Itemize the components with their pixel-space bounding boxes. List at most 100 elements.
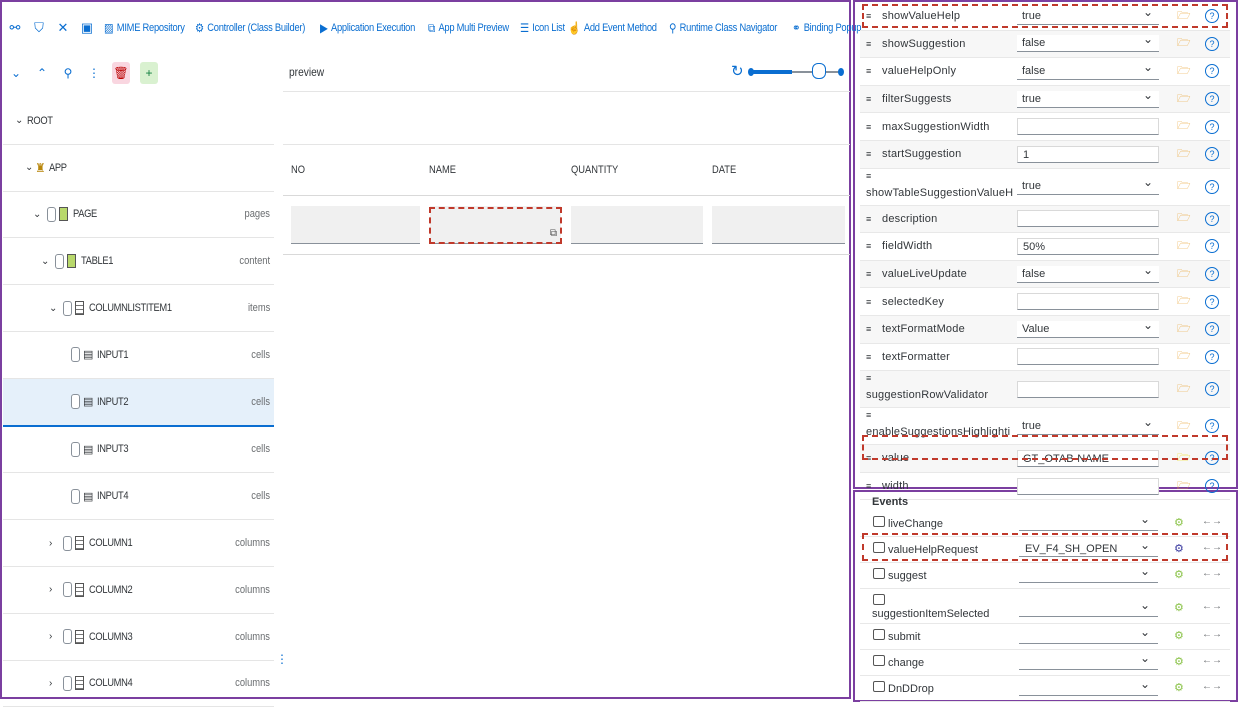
input4-field[interactable] xyxy=(712,206,845,244)
gear-icon[interactable]: ⚙ xyxy=(1174,516,1184,529)
chevron-right-icon[interactable]: › xyxy=(49,538,52,549)
checkbox[interactable] xyxy=(63,675,72,691)
event-checkbox[interactable] xyxy=(873,568,885,579)
checkbox[interactable] xyxy=(71,488,80,504)
property-value-showValueHelp[interactable]: true xyxy=(1017,4,1159,25)
search-icon[interactable]: ⚲ xyxy=(60,62,76,84)
binding-folder-icon[interactable]: 🗁 xyxy=(1177,34,1191,53)
tree-row-page[interactable]: ⌄ PAGE pages xyxy=(3,192,274,239)
help-icon[interactable]: ? xyxy=(1205,451,1219,466)
checkbox[interactable] xyxy=(47,206,56,222)
tree-row-column2[interactable]: › COLUMN2 columns xyxy=(3,567,274,614)
tree-row-column4[interactable]: › COLUMN4 columns xyxy=(3,661,274,707)
property-value-value[interactable]: GT_OTAB-NAME xyxy=(1017,449,1159,467)
help-icon[interactable]: ? xyxy=(1205,322,1219,337)
zoom-slider-handle[interactable] xyxy=(811,63,826,79)
property-value-description[interactable] xyxy=(1017,210,1159,228)
help-icon[interactable]: ? xyxy=(1205,92,1219,107)
link-icon[interactable]: ←→ xyxy=(1202,542,1222,553)
mime-repository-button[interactable]: ▨ MIME Repository xyxy=(104,21,185,35)
chevron-down-icon[interactable]: ⌄ xyxy=(33,209,41,220)
checkbox[interactable] xyxy=(71,394,80,410)
link-icon[interactable]: ←→ xyxy=(1202,681,1222,692)
link-icon[interactable]: ←→ xyxy=(1202,629,1222,640)
gear-icon[interactable]: ⚙ xyxy=(1174,601,1184,614)
link-icon[interactable]: ←→ xyxy=(1202,568,1222,579)
link-icon[interactable]: ←→ xyxy=(1202,516,1222,527)
property-value-suggestionRowValidator[interactable] xyxy=(1017,380,1159,398)
property-value-fieldWidth[interactable]: 50% xyxy=(1017,237,1159,255)
help-icon[interactable]: ? xyxy=(1205,294,1219,309)
binding-folder-icon[interactable]: 🗁 xyxy=(1177,7,1191,26)
tree-row-root[interactable]: ⌄ ROOT xyxy=(3,98,274,145)
delete-icon[interactable]: 🗑 xyxy=(112,62,130,84)
binding-folder-icon[interactable]: 🗁 xyxy=(1177,449,1191,468)
event-checkbox[interactable] xyxy=(873,516,885,527)
gear-icon[interactable]: ⚙ xyxy=(1174,681,1184,694)
property-value-selectedKey[interactable] xyxy=(1017,293,1159,311)
tree-row-input4[interactable]: ▤ INPUT4 cells xyxy=(3,473,274,521)
glasses-icon[interactable]: ⚯ xyxy=(8,20,22,36)
checkbox[interactable] xyxy=(63,300,72,316)
event-handler-suggest[interactable] xyxy=(1019,563,1158,583)
binding-folder-icon[interactable]: 🗁 xyxy=(1177,209,1191,228)
binding-folder-icon[interactable]: 🗁 xyxy=(1177,62,1191,81)
tree-row-input3[interactable]: ▤ INPUT3 cells xyxy=(3,427,274,474)
event-handler-DnDDrop[interactable] xyxy=(1019,676,1158,696)
property-value-maxSuggestionWidth[interactable] xyxy=(1017,118,1159,136)
tools-icon[interactable]: ✕ xyxy=(56,20,70,36)
refresh-icon[interactable]: ↻ xyxy=(731,62,744,80)
property-value-textFormatMode[interactable]: Value xyxy=(1017,317,1159,338)
tree-row-column1[interactable]: › COLUMN1 columns xyxy=(3,520,274,567)
property-value-enableSuggestionsHighlighti[interactable]: true xyxy=(1017,414,1159,435)
gear-icon[interactable]: ⚙ xyxy=(1174,629,1184,642)
help-icon[interactable]: ? xyxy=(1205,64,1219,79)
tree-row-input2[interactable]: ▤ INPUT2 cells xyxy=(3,378,274,427)
property-value-showSuggestion[interactable]: false xyxy=(1017,31,1159,53)
chevron-right-icon[interactable]: › xyxy=(49,678,52,689)
chevron-down-icon[interactable]: ⌄ xyxy=(15,115,23,126)
event-handler-change[interactable] xyxy=(1019,650,1158,670)
event-checkbox[interactable] xyxy=(873,655,885,666)
chevron-down-icon[interactable]: ⌄ xyxy=(25,162,33,173)
property-value-startSuggestion[interactable]: 1 xyxy=(1017,145,1159,163)
binding-folder-icon[interactable]: 🗁 xyxy=(1177,237,1191,256)
event-handler-suggestionItemSelected[interactable] xyxy=(1019,597,1158,617)
checkbox[interactable] xyxy=(71,347,80,363)
gear-icon[interactable]: ⚙ xyxy=(1174,542,1184,555)
controller-button[interactable]: ⚙ Controller (Class Builder) xyxy=(195,21,305,35)
binding-popup-button[interactable]: ⚭ Binding Popup xyxy=(792,21,861,35)
tree-row-app[interactable]: ⌄ ♜ APP xyxy=(3,145,274,192)
gear-icon[interactable]: ⚙ xyxy=(1174,655,1184,668)
runtime-class-navigator-button[interactable]: ⚲ Runtime Class Navigator xyxy=(669,21,777,35)
tree-row-table1[interactable]: ⌄ TABLE1 content xyxy=(3,238,274,286)
help-icon[interactable]: ? xyxy=(1205,119,1219,134)
checkbox[interactable] xyxy=(63,629,72,645)
help-icon[interactable]: ? xyxy=(1205,267,1219,282)
link-icon[interactable]: ←→ xyxy=(1202,601,1222,612)
splitter-handle[interactable]: ⋮ xyxy=(276,652,288,666)
help-icon[interactable]: ? xyxy=(1205,419,1219,434)
tree-row-input1[interactable]: ▤ INPUT1 cells xyxy=(3,332,274,379)
save-icon[interactable]: ▣ xyxy=(80,20,94,36)
checkbox[interactable] xyxy=(55,253,64,269)
expand-all-icon[interactable]: ⌄ xyxy=(8,62,24,84)
event-checkbox[interactable] xyxy=(873,681,885,692)
event-checkbox[interactable] xyxy=(873,542,885,553)
chevron-down-icon[interactable]: ⌄ xyxy=(49,303,57,314)
help-icon[interactable]: ? xyxy=(1205,239,1219,254)
input1-field[interactable] xyxy=(291,206,420,244)
application-execution-button[interactable]: ▶ Application Execution xyxy=(320,21,415,35)
binding-folder-icon[interactable]: 🗁 xyxy=(1177,292,1191,311)
gear-icon[interactable]: ⚙ xyxy=(1174,568,1184,581)
checkbox[interactable] xyxy=(63,535,72,551)
zoom-slider[interactable] xyxy=(748,63,844,79)
add-node-icon[interactable]: + xyxy=(140,62,158,84)
binding-folder-icon[interactable]: 🗁 xyxy=(1177,145,1191,164)
binding-folder-icon[interactable]: 🗁 xyxy=(1177,265,1191,284)
help-icon[interactable]: ? xyxy=(1205,211,1219,226)
icon-list-button[interactable]: ☰ Icon List xyxy=(520,21,565,35)
property-value-showTableSuggestionValueH[interactable]: true xyxy=(1017,174,1159,196)
binding-folder-icon[interactable]: 🗁 xyxy=(1177,177,1191,196)
event-checkbox[interactable] xyxy=(873,594,885,605)
